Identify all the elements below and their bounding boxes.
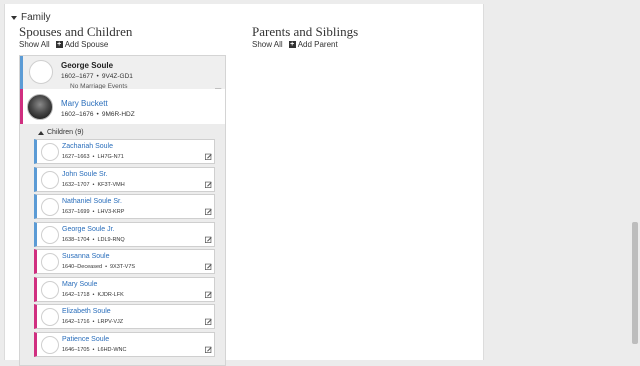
person-icon — [41, 280, 59, 299]
person-icon — [29, 60, 53, 84]
edit-icon[interactable] — [205, 318, 212, 325]
wife-years: 1602–1676 — [61, 111, 94, 118]
child-name[interactable]: Elizabeth Soule — [62, 308, 111, 315]
child-row[interactable]: Zachariah Soule 1627–1663 • LH7G-N71 — [34, 139, 215, 164]
child-meta: 1646–1705 • L6HD-WNC — [62, 346, 127, 353]
child-row[interactable]: Elizabeth Soule 1642–1716 • LRPV-VJZ — [34, 304, 215, 329]
child-name[interactable]: Nathaniel Soule Sr. — [62, 198, 122, 205]
person-icon — [41, 143, 59, 161]
husband-years: 1602–1677 — [61, 73, 94, 80]
child-years: 1632–1707 — [62, 181, 90, 188]
child-years: 1642–1716 — [62, 319, 90, 325]
child-name[interactable]: George Soule Jr. — [62, 226, 115, 233]
child-years: 1646–1705 — [62, 346, 90, 353]
edit-icon[interactable] — [205, 263, 212, 270]
child-row[interactable]: Nathaniel Soule Sr. 1637–1699 • LHV3-KRP — [34, 194, 215, 219]
spouses-title: Spouses and Children — [19, 24, 133, 39]
edit-icon[interactable] — [205, 153, 212, 160]
spouses-show-all-link[interactable]: Show All — [19, 40, 50, 49]
child-meta: 1642–1716 • LRPV-VJZ — [62, 319, 124, 325]
wife-id: 9M6R-HDZ — [101, 111, 135, 118]
child-name[interactable]: Patience Soule — [62, 336, 109, 343]
edit-icon[interactable] — [205, 208, 212, 215]
add-parent-link[interactable]: Add Parent — [298, 40, 338, 49]
child-id: LRPV-VJZ — [97, 319, 124, 325]
child-row[interactable]: George Soule Jr. 1638–1704 • LDL9-RNQ — [34, 221, 215, 247]
person-icon — [41, 308, 59, 326]
child-id: KF3T-VMH — [97, 181, 125, 188]
husband-id: 9V4Z-GD1 — [101, 73, 133, 80]
scrollbar-thumb[interactable] — [632, 222, 638, 344]
edit-icon[interactable] — [205, 181, 212, 188]
edit-icon[interactable] — [205, 346, 212, 353]
child-name[interactable]: Mary Soule — [62, 281, 97, 288]
child-id: LHV3-KRP — [97, 209, 125, 215]
child-row[interactable]: John Soule Sr. 1632–1707 • KF3T-VMH — [34, 166, 215, 192]
spouses-actions: Show All + Add Spouse — [19, 40, 108, 49]
edit-icon[interactable] — [205, 291, 212, 298]
wife-name[interactable]: Mary Buckett — [61, 99, 108, 108]
children-toggle[interactable]: Children (9) — [38, 129, 84, 136]
child-id: KJDR-LFK — [97, 291, 124, 298]
child-years: 1627–1663 — [62, 154, 90, 160]
wife-row[interactable]: Mary Buckett 1602–1676 • 9M6R-HDZ — [20, 89, 225, 124]
children-count: Children (9) — [47, 129, 84, 136]
child-name[interactable]: Susanna Soule — [62, 253, 109, 260]
family-label: Family — [21, 12, 51, 23]
child-years: 1640–Deceased — [62, 264, 103, 270]
husband-name[interactable]: George Soule — [61, 61, 113, 70]
parents-actions: Show All + Add Parent — [252, 40, 338, 49]
child-meta: 1642–1718 • KJDR-LFK — [62, 291, 124, 298]
caret-down-icon — [11, 16, 17, 20]
husband-meta: 1602–1677 • 9V4Z-GD1 — [61, 73, 133, 80]
person-icon — [41, 198, 59, 216]
child-id: L6HD-WNC — [97, 346, 127, 353]
family-panel: Family Spouses and Children Show All + A… — [4, 4, 484, 366]
plus-icon[interactable]: + — [288, 41, 296, 48]
child-row[interactable]: Patience Soule 1646–1705 • L6HD-WNC — [34, 331, 215, 357]
add-spouse-link[interactable]: Add Spouse — [65, 40, 109, 49]
plus-icon[interactable]: + — [55, 41, 63, 48]
caret-up-icon — [38, 130, 44, 135]
parents-show-all-link[interactable]: Show All — [252, 40, 283, 49]
person-icon — [41, 335, 59, 354]
wife-meta: 1602–1676 • 9M6R-HDZ — [61, 111, 135, 118]
child-id: LDL9-RNQ — [97, 236, 125, 243]
wife-photo — [27, 94, 53, 120]
family-header[interactable]: Family — [11, 12, 50, 23]
child-meta: 1637–1699 • LHV3-KRP — [62, 209, 125, 215]
child-row[interactable]: Mary Soule 1642–1718 • KJDR-LFK — [34, 276, 215, 302]
child-years: 1642–1718 — [62, 291, 90, 298]
child-years: 1637–1699 — [62, 209, 90, 215]
child-years: 1638–1704 — [62, 236, 90, 243]
person-icon — [41, 170, 59, 189]
child-meta: 1638–1704 • LDL9-RNQ — [62, 236, 125, 243]
couple-card: George Soule 1602–1677 • 9V4Z-GD1 No Marri… — [19, 55, 226, 366]
child-meta: 1632–1707 • KF3T-VMH — [62, 181, 125, 188]
child-meta: 1640–Deceased • 9X3T-V7S — [62, 264, 136, 270]
person-icon — [41, 225, 59, 244]
person-icon — [41, 253, 59, 271]
child-name[interactable]: John Soule Sr. — [62, 171, 108, 178]
child-name[interactable]: Zachariah Soule — [62, 143, 113, 150]
edit-icon[interactable] — [205, 236, 212, 243]
child-id: LH7G-N71 — [97, 154, 124, 160]
child-row[interactable]: Susanna Soule 1640–Deceased • 9X3T-V7S — [34, 249, 215, 274]
child-meta: 1627–1663 • LH7G-N71 — [62, 154, 124, 160]
parents-title: Parents and Siblings — [252, 24, 359, 39]
child-id: 9X3T-V7S — [110, 264, 136, 270]
